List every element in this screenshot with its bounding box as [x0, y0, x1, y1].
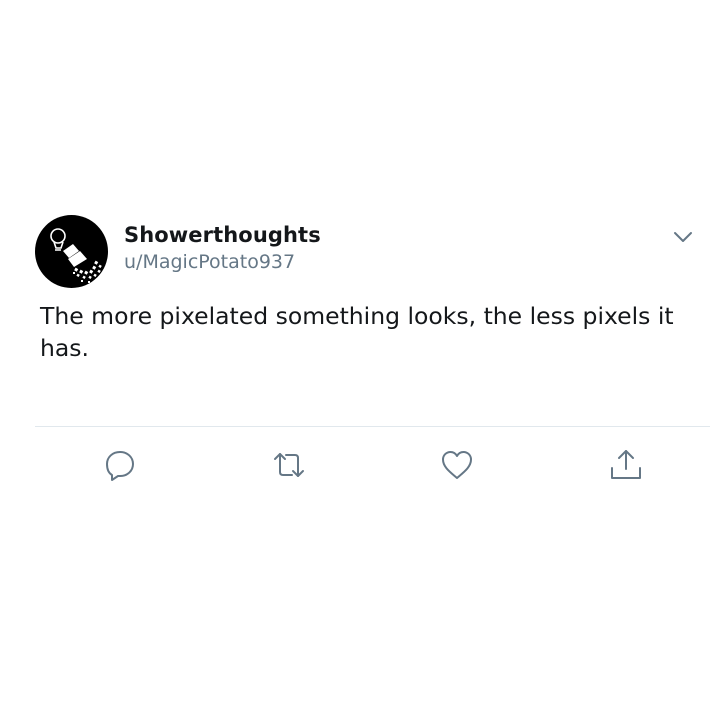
share-icon[interactable] — [608, 447, 644, 483]
user-handle[interactable]: u/MagicPotato937 — [124, 251, 295, 273]
chevron-down-icon[interactable] — [672, 226, 694, 248]
display-name[interactable]: Showerthoughts — [124, 223, 321, 247]
action-bar — [0, 447, 720, 483]
divider — [35, 426, 710, 427]
avatar[interactable] — [35, 215, 108, 288]
page: Showerthoughts u/MagicPotato937 The more… — [0, 0, 720, 720]
retweet-icon[interactable] — [271, 447, 307, 483]
showerhead-lightbulb-logo-icon — [50, 228, 102, 283]
reply-icon[interactable] — [102, 447, 138, 483]
tweet-text: The more pixelated something looks, the … — [40, 302, 674, 362]
heart-icon[interactable] — [439, 447, 475, 483]
